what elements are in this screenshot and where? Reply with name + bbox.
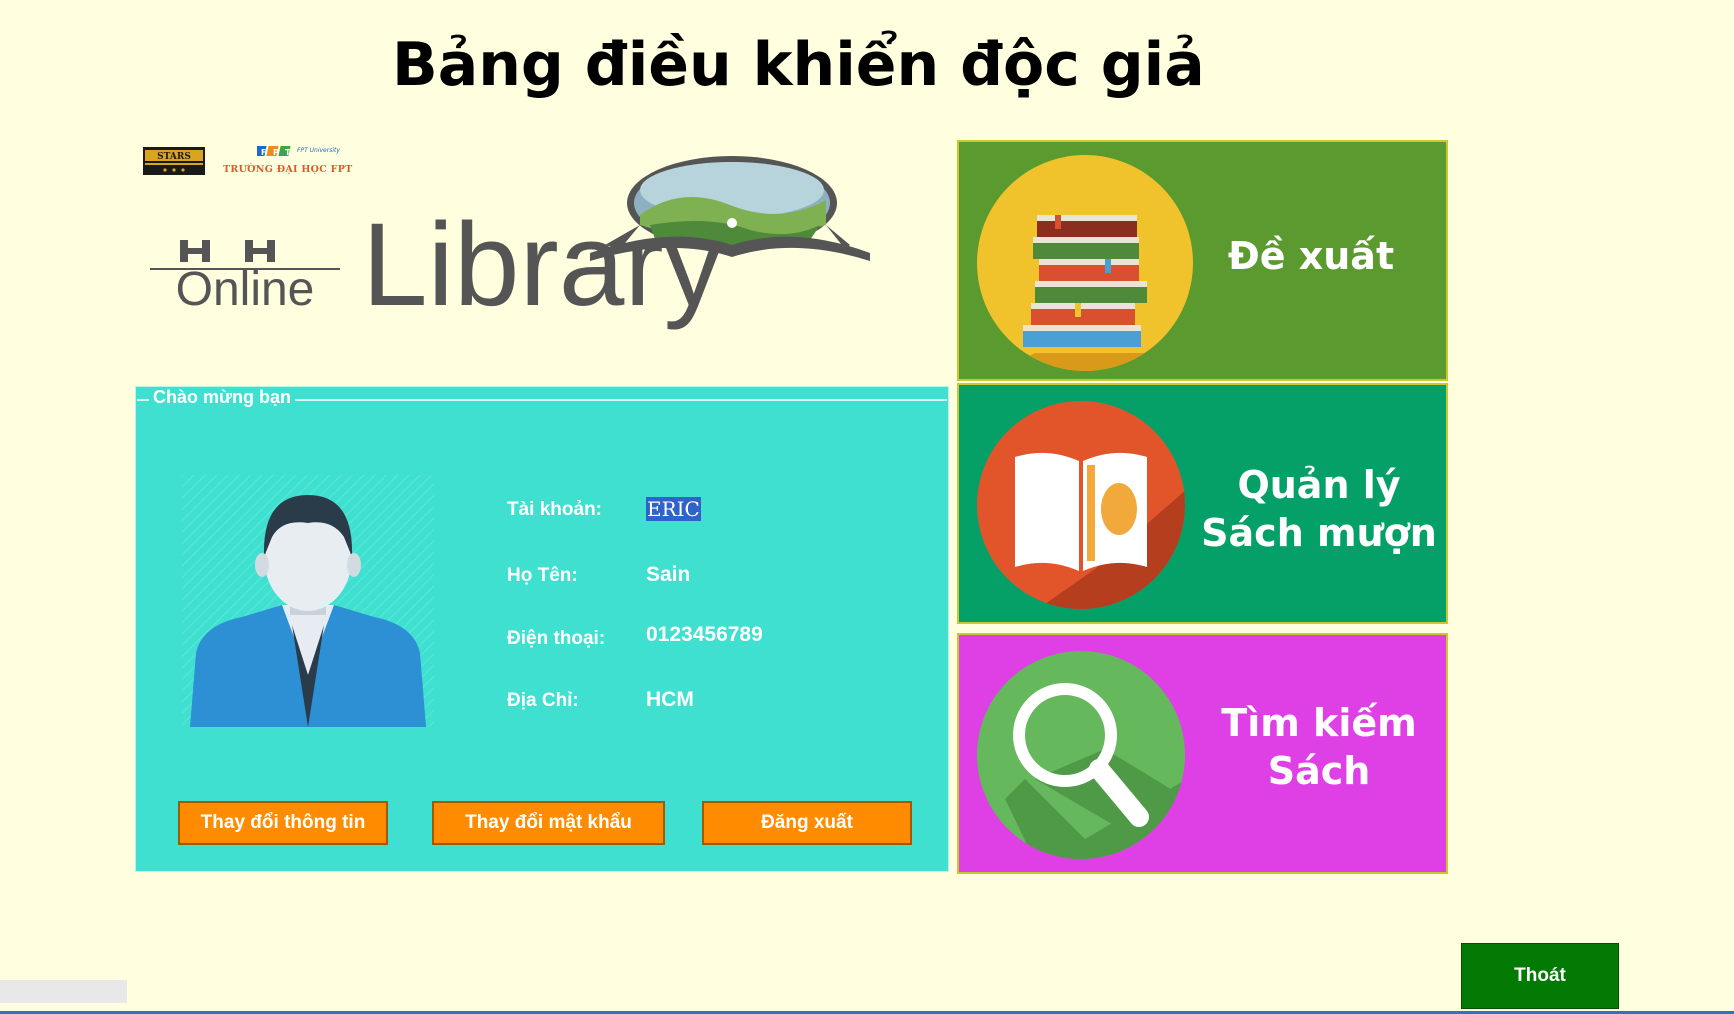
tile-search-books[interactable]: Tìm kiếm Sách — [957, 633, 1448, 874]
account-value[interactable]: ERIC — [646, 497, 701, 521]
tile-borrowed-books[interactable]: Quản lý Sách mượn — [957, 383, 1448, 624]
address-value: HCM — [646, 688, 694, 711]
page-title: Bảng điều khiển độc giả — [392, 30, 1205, 100]
library-text: Library — [362, 199, 723, 331]
magnifier-icon — [977, 651, 1185, 859]
user-avatar — [182, 475, 434, 727]
online-text: Online — [176, 263, 315, 316]
tile-borrowed-label-1: Quản lý — [1237, 463, 1401, 507]
tile-borrowed-label-2: Sách mượn — [1201, 511, 1437, 555]
online-library-logo: Online Library — [150, 156, 870, 331]
exit-button[interactable]: Thoát — [1461, 943, 1619, 1009]
welcome-panel: Chào mừng bạn Tài khoản: ERIC Họ Tên: Sa… — [135, 386, 949, 872]
fullname-label: Họ Tên: — [507, 565, 578, 586]
open-book-icon — [977, 401, 1185, 609]
phone-value: 0123456789 — [646, 623, 763, 646]
logout-button[interactable]: Đăng xuất — [702, 801, 912, 845]
change-info-button[interactable]: Thay đổi thông tin — [178, 801, 388, 845]
tile-search-label-2: Sách — [1267, 749, 1371, 793]
tile-search-label-1: Tìm kiếm — [1221, 701, 1417, 745]
fullname-value: Sain — [646, 563, 691, 586]
status-strip — [0, 980, 127, 1003]
change-password-button[interactable]: Thay đổi mật khẩu — [432, 801, 665, 845]
books-stack-icon — [977, 155, 1193, 371]
tile-recommend-label: Đề xuất — [1227, 234, 1395, 278]
account-label: Tài khoản: — [507, 499, 603, 520]
address-label: Địa Chỉ: — [507, 690, 579, 711]
tile-recommend[interactable]: Đề xuất — [957, 140, 1448, 381]
phone-label: Điện thoại: — [507, 628, 606, 649]
welcome-legend: Chào mừng bạn — [149, 387, 296, 408]
